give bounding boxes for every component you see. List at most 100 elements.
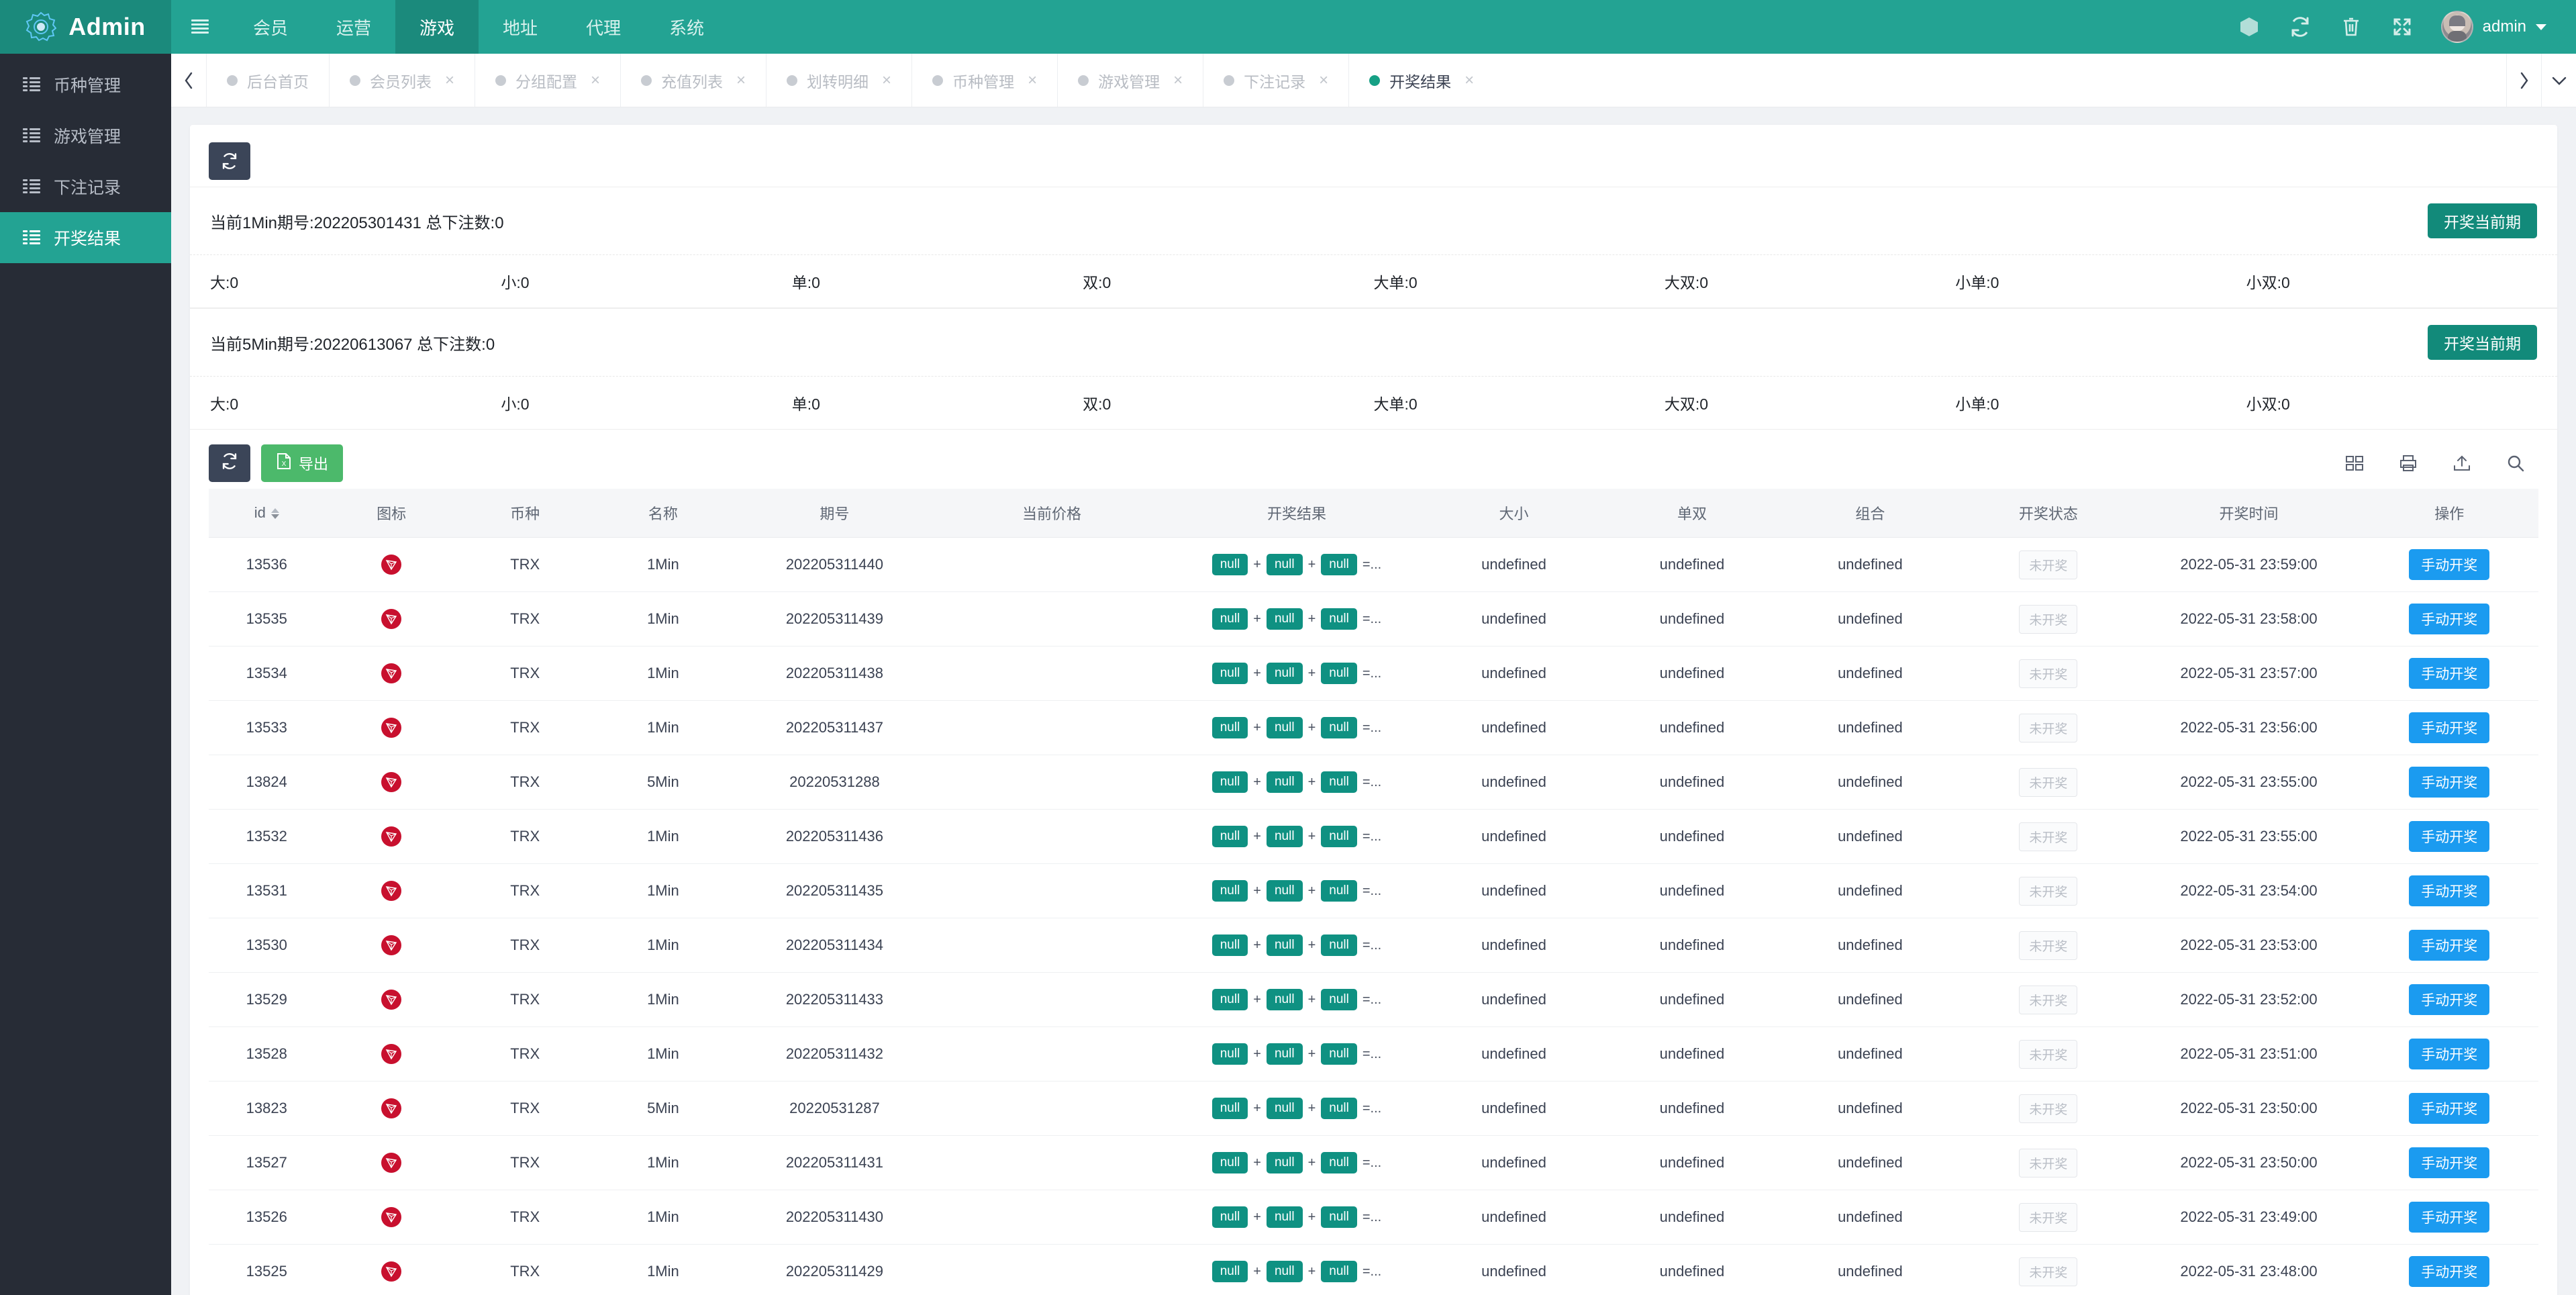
manual-draw-button[interactable]: 手动开奖 [2409,1202,2490,1233]
refresh-button[interactable] [209,142,250,180]
period-title: 当前5Min期号:20220613067 总下注数:0 [210,335,495,354]
tab-close-icon[interactable]: × [591,71,600,90]
sidebar-item-bets[interactable]: 下注记录 [0,161,171,212]
result-badges: null + null + null =... [1174,880,1420,902]
topnav-item-address[interactable]: 地址 [479,0,562,54]
result-plus: + [1307,1263,1316,1279]
user-menu[interactable]: admin [2440,11,2546,43]
th-coin: 币种 [458,489,592,538]
tab-dropdown-button[interactable] [2541,54,2576,107]
cell-odd-even: undefined [1603,537,1781,592]
tab-game-management[interactable]: 游戏管理 × [1057,54,1203,107]
topnav-label: 运营 [336,17,372,38]
topnav-item-system[interactable]: 系统 [645,0,728,54]
tab-close-icon[interactable]: × [1319,71,1328,90]
manual-draw-button[interactable]: 手动开奖 [2409,549,2490,580]
tab-recharge-list[interactable]: 充值列表 × [620,54,766,107]
topnav-item-operations[interactable]: 运营 [312,0,395,54]
manual-draw-button[interactable]: 手动开奖 [2409,1147,2490,1178]
print-icon[interactable] [2399,454,2418,472]
cell-period: 202205311436 [734,809,935,864]
columns-icon[interactable] [2345,454,2364,472]
tab-transfer-detail[interactable]: 划转明细 × [766,54,911,107]
tab-scroll-right-button[interactable] [2506,54,2541,107]
tab-bet-records[interactable]: 下注记录 × [1203,54,1348,107]
cell-result: null + null + null =... [1169,755,1425,810]
topnav-item-member[interactable]: 会员 [229,0,312,54]
tab-close-icon[interactable]: × [1028,71,1037,90]
draw-current-period-button[interactable]: 开奖当前期 [2428,325,2537,360]
result-badge: null [1266,880,1303,902]
result-badge: null [1266,771,1303,793]
sidebar-item-currency[interactable]: 币种管理 [0,59,171,110]
fullscreen-icon[interactable] [2390,15,2414,39]
cell-result: null + null + null =... [1169,1135,1425,1190]
manual-draw-button[interactable]: 手动开奖 [2409,984,2490,1015]
manual-draw-button[interactable]: 手动开奖 [2409,1256,2490,1287]
cell-price [934,591,1169,646]
cell-price [934,537,1169,592]
manual-draw-button[interactable]: 手动开奖 [2409,821,2490,852]
tab-scroll-left-button[interactable] [171,54,206,107]
cell-size: undefined [1424,918,1603,973]
cell-icon [324,755,458,810]
manual-draw-button[interactable]: 手动开奖 [2409,875,2490,906]
topnav-item-game[interactable]: 游戏 [395,0,479,54]
topnav-item-agent[interactable]: 代理 [562,0,645,54]
export-button[interactable]: X 导出 [261,444,344,482]
tab-label: 分组配置 [515,73,578,91]
tab-member-list[interactable]: 会员列表 × [329,54,475,107]
cell-result: null + null + null =... [1169,809,1425,864]
tab-close-icon[interactable]: × [736,71,746,90]
manual-draw-button[interactable]: 手动开奖 [2409,658,2490,689]
sidebar-item-lottery-results[interactable]: 开奖结果 [0,212,171,263]
cube-icon[interactable] [2237,15,2261,39]
th-id[interactable]: id [209,489,325,538]
sidebar-item-game[interactable]: 游戏管理 [0,110,171,161]
cell-odd-even: undefined [1603,918,1781,973]
tab-home[interactable]: 后台首页 [206,54,329,107]
draw-current-period-button[interactable]: 开奖当前期 [2428,203,2537,238]
sort-icon[interactable] [270,508,279,520]
result-badge: null [1211,1043,1248,1065]
cell-size: undefined [1424,646,1603,701]
search-icon[interactable] [2506,454,2525,472]
stat-small: 小:0 [501,395,530,413]
cell-size: undefined [1424,1190,1603,1245]
result-badge: null [1266,1152,1303,1173]
cell-status: 未开奖 [1959,591,2138,646]
manual-draw-button[interactable]: 手动开奖 [2409,1039,2490,1069]
menu-toggle-button[interactable] [171,0,229,54]
tab-close-icon[interactable]: × [445,71,454,90]
cell-id: 13531 [209,863,325,918]
tab-close-icon[interactable]: × [882,71,891,90]
cell-operation: 手动开奖 [2360,809,2538,864]
tab-close-icon[interactable]: × [1465,71,1474,90]
export-icon[interactable] [2453,454,2471,472]
th-result: 开奖结果 [1169,489,1425,538]
manual-draw-button[interactable]: 手动开奖 [2409,767,2490,798]
table-refresh-button[interactable] [209,444,250,482]
result-plus: + [1253,1046,1261,1061]
manual-draw-button[interactable]: 手动开奖 [2409,604,2490,634]
cell-icon [324,1135,458,1190]
manual-draw-button[interactable]: 手动开奖 [2409,930,2490,961]
manual-draw-button[interactable]: 手动开奖 [2409,1093,2490,1124]
tab-currency-management[interactable]: 币种管理 × [911,54,1057,107]
tab-lottery-results[interactable]: 开奖结果 × [1348,54,1494,107]
avatar [2440,11,2473,43]
result-badge: null [1266,1043,1303,1065]
manual-draw-button[interactable]: 手动开奖 [2409,712,2490,743]
table-row: 13528 TRX 1Min 202205311432 null + null + null =.… [209,1026,2538,1082]
table-row: 13536 TRX 1Min 202205311440 null + null + null =.… [209,537,2538,592]
tab-close-icon[interactable]: × [1173,71,1183,90]
cell-icon [324,972,458,1027]
brand-logo-area[interactable]: Admin [0,0,171,54]
tab-list: 后台首页 会员列表 × 分组配置 × 充值列表 × 划转明细 × 币种管理 × … [206,54,2506,107]
tab-group-config[interactable]: 分组配置 × [475,54,620,107]
cell-odd-even: undefined [1603,863,1781,918]
refresh-icon[interactable] [2288,15,2312,39]
trash-icon[interactable] [2339,15,2363,39]
cell-price [934,755,1169,810]
cell-combo: undefined [1781,755,1960,810]
